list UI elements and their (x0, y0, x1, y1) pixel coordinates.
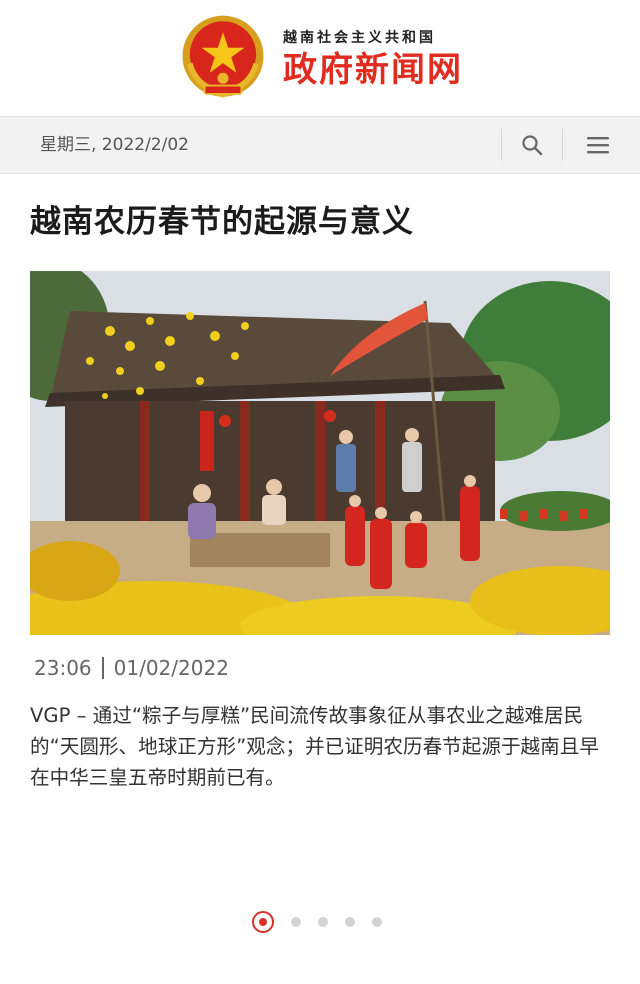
article-title[interactable]: 越南农历春节的起源与意义 (30, 196, 414, 241)
pagination-dot-5[interactable] (372, 917, 382, 927)
article-meta: 23:06 01/02/2022 (34, 656, 229, 680)
pagination-dot-1[interactable] (252, 911, 274, 933)
article-time: 23:06 (34, 656, 92, 680)
pagination-dot-2[interactable] (291, 917, 301, 927)
search-button[interactable] (512, 125, 552, 165)
toolbar-divider (501, 129, 502, 161)
brand-subtitle: 越南社会主义共和国 (283, 30, 436, 46)
toolbar-divider (562, 129, 563, 161)
article-summary: VGP – 通过“粽子与厚糕”民间流传故事象征从事农业之越难居民的“天圆形、地球… (30, 704, 599, 789)
pagination-dots (252, 908, 382, 936)
national-emblem-icon[interactable] (177, 12, 269, 104)
article-photo[interactable] (30, 271, 610, 635)
site-header: 越南社会主义共和国 政府新闻网 (0, 0, 640, 116)
toolbar: 星期三, 2022/2/02 (0, 116, 640, 174)
search-icon (522, 135, 543, 156)
hamburger-menu-icon (587, 137, 609, 154)
brand-block: 越南社会主义共和国 政府新闻网 (283, 27, 463, 89)
pagination-dot-3[interactable] (318, 917, 328, 927)
meta-divider (101, 657, 104, 679)
menu-button[interactable] (578, 125, 618, 165)
article-date: 01/02/2022 (113, 656, 229, 680)
brand-site-name[interactable]: 政府新闻网 (283, 51, 463, 89)
pagination-dot-4[interactable] (345, 917, 355, 927)
current-date: 星期三, 2022/2/02 (40, 135, 189, 155)
